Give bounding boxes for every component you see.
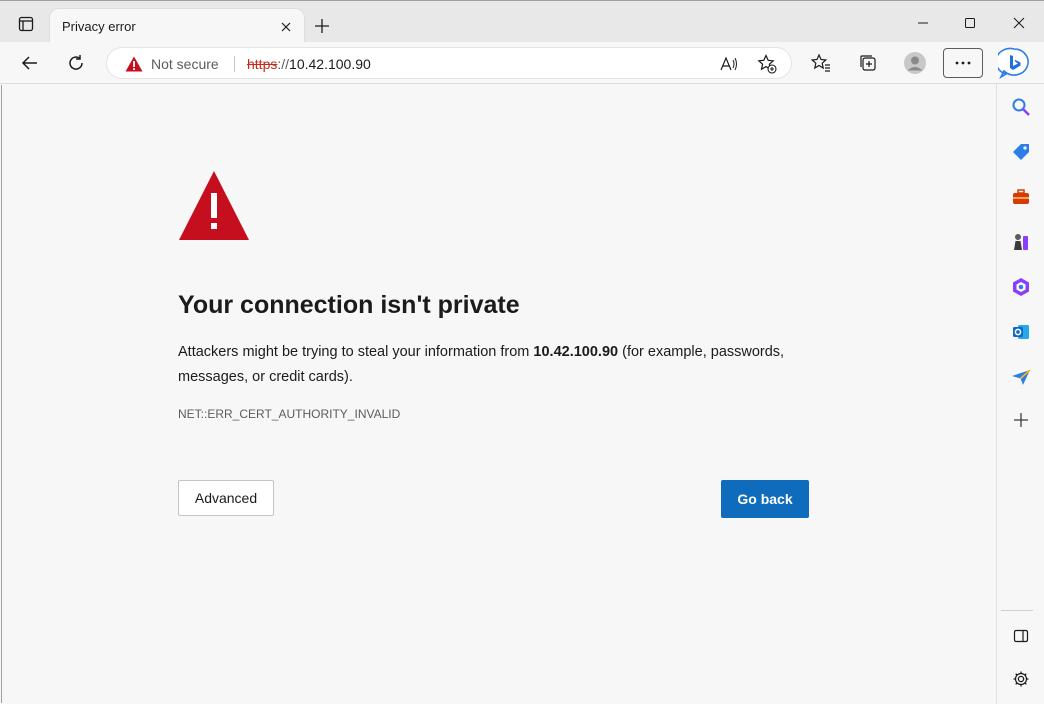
office-icon	[1013, 278, 1029, 296]
error-description: Attackers might be trying to steal your …	[178, 340, 818, 390]
games-icon	[1014, 234, 1028, 250]
sidebar-add-button[interactable]	[1003, 402, 1039, 438]
sidebar-games-button[interactable]	[1003, 224, 1039, 260]
page-content: Your connection isn't private Attackers …	[1, 85, 995, 703]
sidebar-search-button[interactable]	[1003, 89, 1039, 125]
refresh-button[interactable]	[60, 47, 92, 79]
sidebar-divider	[1001, 610, 1033, 611]
sidebar-tools-button[interactable]	[1003, 179, 1039, 215]
favorites-button[interactable]	[805, 47, 837, 79]
more-icon	[955, 61, 971, 65]
back-button[interactable]	[14, 47, 46, 79]
not-secure-label[interactable]: Not secure	[151, 56, 219, 72]
bing-chat-button[interactable]	[997, 46, 1031, 80]
send-icon	[1012, 369, 1031, 385]
warning-triangle-icon	[178, 169, 250, 246]
page-title: Your connection isn't private	[178, 291, 520, 319]
url-separator: ://	[277, 56, 290, 72]
url-text[interactable]: https://10.42.100.90	[247, 56, 371, 72]
tag-icon	[1013, 144, 1029, 160]
sidebar-shopping-button[interactable]	[1003, 134, 1039, 170]
go-back-button[interactable]: Go back	[721, 480, 809, 518]
sidebar-outlook-button[interactable]	[1003, 314, 1039, 350]
settings-icon	[1013, 671, 1029, 687]
search-icon	[1012, 98, 1030, 116]
message-host: 10.42.100.90	[533, 344, 619, 360]
collections-button[interactable]	[852, 47, 884, 79]
sidebar-send-button[interactable]	[1003, 359, 1039, 395]
error-code[interactable]: NET::ERR_CERT_AUTHORITY_INVALID	[178, 407, 400, 421]
bing-icon	[998, 47, 1029, 79]
tab-privacy-error[interactable]: Privacy error	[50, 9, 304, 44]
tab-actions-button[interactable]	[8, 9, 44, 39]
outlook-icon	[1013, 325, 1029, 339]
minimize-icon	[918, 22, 928, 24]
tab-close-button[interactable]	[276, 17, 296, 37]
toolbar: Not secure https://10.42.100.90	[0, 42, 1044, 84]
warning-icon[interactable]	[125, 56, 143, 77]
add-favorite-button[interactable]	[755, 52, 779, 76]
close-icon	[1013, 17, 1025, 29]
url-host: 10.42.100.90	[289, 56, 371, 72]
message-prefix: Attackers might be trying to steal your …	[178, 344, 530, 360]
refresh-icon	[69, 55, 83, 70]
back-arrow-icon	[21, 56, 37, 70]
sidebar-office-button[interactable]	[1003, 269, 1039, 305]
close-icon	[281, 22, 291, 32]
read-aloud-icon	[720, 56, 737, 71]
split-view-icon	[1013, 629, 1029, 643]
sidebar-hide-button[interactable]	[1003, 618, 1039, 654]
profile-button[interactable]	[899, 47, 931, 79]
address-separator	[234, 56, 235, 72]
advanced-button[interactable]: Advanced	[178, 480, 274, 516]
sidebar	[996, 84, 1044, 704]
address-bar[interactable]: Not secure https://10.42.100.90	[106, 47, 792, 79]
read-aloud-button[interactable]	[717, 52, 741, 76]
close-window-button[interactable]	[996, 7, 1042, 39]
tab-actions-icon	[18, 16, 34, 32]
tab-title: Privacy error	[62, 19, 136, 34]
maximize-icon	[965, 18, 975, 28]
url-scheme: https	[247, 56, 278, 72]
collections-icon	[860, 55, 876, 71]
star-add-icon	[757, 54, 777, 74]
maximize-button[interactable]	[947, 7, 993, 39]
favorites-icon	[811, 53, 830, 72]
minimize-button[interactable]	[900, 7, 946, 39]
briefcase-icon	[1013, 189, 1029, 204]
new-tab-button[interactable]	[308, 12, 336, 40]
plus-icon	[315, 19, 329, 33]
plus-icon	[1014, 413, 1028, 427]
sidebar-settings-button[interactable]	[1003, 661, 1039, 697]
settings-and-more-button[interactable]	[943, 48, 983, 78]
avatar-icon	[904, 52, 926, 74]
title-bar: Privacy error	[0, 0, 1044, 44]
